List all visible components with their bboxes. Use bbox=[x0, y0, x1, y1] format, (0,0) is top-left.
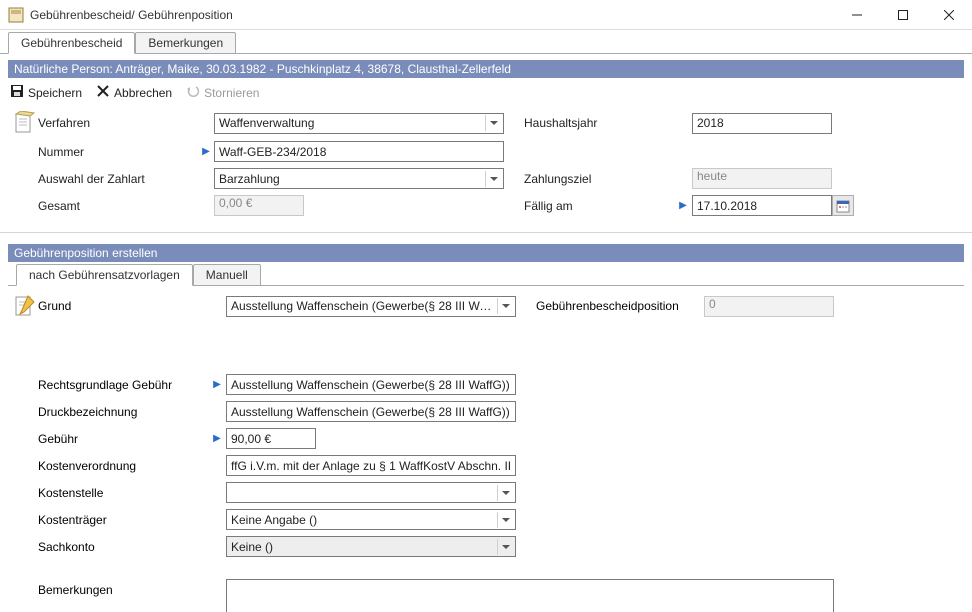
tab-gebuehrenbescheid[interactable]: Gebührenbescheid bbox=[8, 32, 135, 54]
label-grund: Grund bbox=[38, 299, 208, 313]
zahlungsziel-field: heute bbox=[692, 168, 832, 189]
label-gesamt: Gesamt bbox=[38, 199, 198, 213]
titlebar: Gebührenbescheid/ Gebührenposition bbox=[0, 0, 972, 30]
chevron-down-icon bbox=[497, 298, 513, 314]
sub-tabs: nach Gebührensatzvorlagen Manuell bbox=[8, 264, 964, 286]
label-kostenvo: Kostenverordnung bbox=[38, 459, 208, 473]
arrow-icon: ▶ bbox=[674, 200, 692, 211]
haushaltsjahr-field[interactable] bbox=[692, 113, 832, 134]
date-picker-button[interactable] bbox=[832, 195, 854, 216]
label-verfahren: Verfahren bbox=[38, 116, 198, 130]
save-icon bbox=[10, 84, 24, 101]
label-bescheidposition: Gebührenbescheidposition bbox=[536, 299, 686, 313]
arrow-icon: ▶ bbox=[208, 433, 226, 444]
window-title: Gebührenbescheid/ Gebührenposition bbox=[30, 8, 834, 22]
faellig-am-field[interactable] bbox=[692, 195, 832, 216]
zahlart-select[interactable]: Barzahlung bbox=[214, 168, 504, 189]
cancel-button[interactable]: Abbrechen bbox=[96, 84, 172, 101]
window-controls bbox=[834, 0, 972, 30]
label-bemerkungen: Bemerkungen bbox=[38, 579, 208, 597]
chevron-down-icon bbox=[497, 539, 513, 555]
main-tabs: Gebührenbescheid Bemerkungen bbox=[0, 30, 972, 54]
label-gebuehr: Gebühr bbox=[38, 432, 208, 446]
person-info-banner: Natürliche Person: Anträger, Maike, 30.0… bbox=[8, 60, 964, 78]
nummer-field[interactable] bbox=[214, 141, 504, 162]
label-faellig: Fällig am bbox=[524, 199, 674, 213]
gesamt-field: 0,00 € bbox=[214, 195, 304, 216]
kostentraeger-select[interactable]: Keine Angabe () bbox=[226, 509, 516, 530]
kostenverordnung-field[interactable] bbox=[226, 455, 516, 476]
storno-button: Stornieren bbox=[186, 84, 259, 101]
bescheidposition-field: 0 bbox=[704, 296, 834, 317]
verfahren-select[interactable]: Waffenverwaltung bbox=[214, 113, 504, 134]
section-title-gebuehrenposition: Gebührenposition erstellen bbox=[8, 244, 964, 262]
save-button[interactable]: Speichern bbox=[10, 84, 82, 101]
arrow-icon: ▶ bbox=[198, 146, 214, 157]
label-kostenstelle: Kostenstelle bbox=[38, 486, 208, 500]
druck-field[interactable] bbox=[226, 401, 516, 422]
arrow-icon: ▶ bbox=[208, 379, 226, 390]
toolbar: Speichern Abbrechen Stornieren bbox=[0, 78, 972, 107]
chevron-down-icon bbox=[485, 171, 501, 187]
chevron-down-icon bbox=[485, 115, 501, 131]
label-haushaltsjahr: Haushaltsjahr bbox=[524, 116, 674, 130]
tab-nach-vorlagen[interactable]: nach Gebührensatzvorlagen bbox=[16, 264, 193, 286]
separator bbox=[0, 232, 972, 244]
tab-bemerkungen[interactable]: Bemerkungen bbox=[135, 32, 236, 53]
grund-select[interactable]: Ausstellung Waffenschein (Gewerbe(§ 28 I… bbox=[226, 296, 516, 317]
edit-icon bbox=[10, 294, 38, 318]
maximize-button[interactable] bbox=[880, 0, 926, 30]
kostenstelle-select[interactable] bbox=[226, 482, 516, 503]
sachkonto-select[interactable]: Keine () bbox=[226, 536, 516, 557]
label-nummer: Nummer bbox=[38, 145, 198, 159]
label-sachkonto: Sachkonto bbox=[38, 540, 208, 554]
gebuehr-field[interactable] bbox=[226, 428, 316, 449]
label-druck: Druckbezeichnung bbox=[38, 405, 208, 419]
label-zahlart: Auswahl der Zahlart bbox=[38, 172, 198, 186]
tab-manuell[interactable]: Manuell bbox=[193, 264, 261, 285]
cancel-icon bbox=[96, 84, 110, 101]
minimize-button[interactable] bbox=[834, 0, 880, 30]
close-button[interactable] bbox=[926, 0, 972, 30]
app-icon bbox=[8, 7, 24, 23]
bemerkungen-textarea[interactable] bbox=[226, 579, 834, 612]
label-zahlungsziel: Zahlungsziel bbox=[524, 172, 674, 186]
label-rechtsgrundlage: Rechtsgrundlage Gebühr bbox=[38, 378, 208, 392]
chevron-down-icon bbox=[497, 512, 513, 528]
label-kostentraeger: Kostenträger bbox=[38, 513, 208, 527]
undo-icon bbox=[186, 84, 200, 101]
rechtsgrundlage-field[interactable] bbox=[226, 374, 516, 395]
document-icon bbox=[10, 111, 38, 135]
chevron-down-icon bbox=[497, 485, 513, 501]
